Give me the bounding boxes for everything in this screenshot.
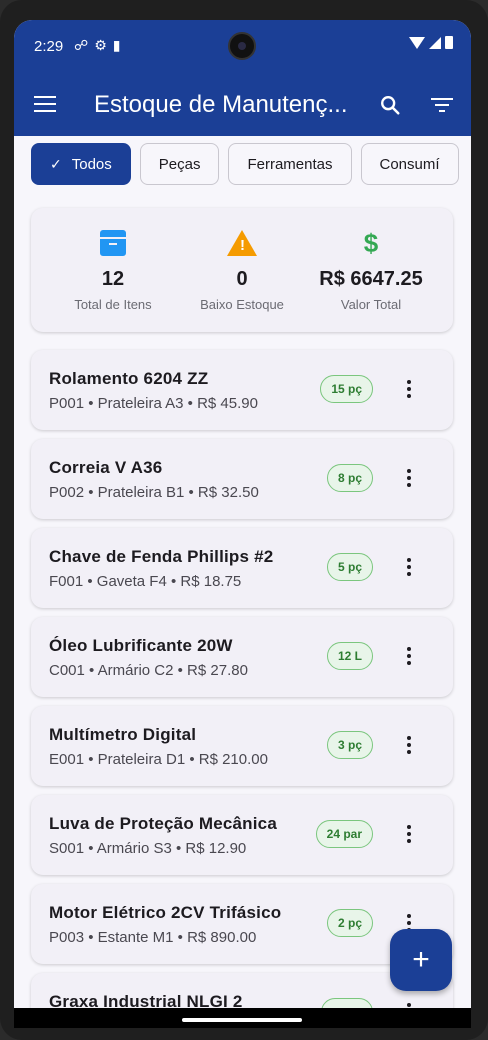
list-item[interactable]: Rolamento 6204 ZZ P001 • Prateleira A3 •… [31, 350, 453, 430]
item-details: P002 • Prateleira B1 • R$ 32.50 [49, 484, 259, 501]
item-name: Chave de Fenda Phillips #2 [49, 547, 274, 566]
archive-icon [100, 230, 126, 256]
more-options-icon[interactable] [407, 825, 411, 846]
search-icon[interactable] [379, 94, 401, 116]
chip-label: Consumí [379, 155, 440, 173]
item-details: F001 • Gaveta F4 • R$ 18.75 [49, 573, 242, 590]
quantity-badge: 8 pç [326, 464, 373, 492]
summary-card: 12 Total de Itens ! 0 Baixo Estoque $ R$… [31, 208, 453, 332]
system-icons [409, 36, 453, 49]
status-bar: 2:29 ☍ ⚙ ▮ [14, 20, 471, 74]
list-item[interactable]: Óleo Lubrificante 20W C001 • Armário C2 … [31, 617, 453, 697]
sd-card-icon: ▮ [112, 37, 121, 53]
item-details: P003 • Estante M1 • R$ 890.00 [49, 929, 257, 946]
item-name: Rolamento 6204 ZZ [49, 369, 209, 388]
more-options-icon[interactable] [407, 736, 411, 757]
chip-label: Ferramentas [247, 155, 333, 173]
device-frame: 2:29 ☍ ⚙ ▮ Estoque de Manutenç... ✓ Todo… [0, 0, 488, 1040]
stat-value: 0 [236, 268, 248, 290]
missed-call-icon: ☍ [74, 37, 89, 53]
dollar-icon: $ [363, 227, 379, 258]
item-name: Multímetro Digital [49, 725, 197, 744]
notification-icons: ☍ ⚙ ▮ [74, 37, 120, 54]
stat-label: Total de Itens [74, 297, 152, 312]
quantity-badge: 24 par [315, 820, 373, 848]
filter-icon[interactable] [431, 98, 453, 112]
home-gesture-handle[interactable] [182, 1018, 302, 1022]
stat-label: Baixo Estoque [200, 297, 284, 312]
quantity-badge: 2 pç [326, 909, 373, 937]
stat-low-stock: ! 0 Baixo Estoque [172, 208, 312, 312]
more-options-icon[interactable] [407, 647, 411, 668]
check-icon: ✓ [50, 155, 62, 172]
quantity-badge: 15 pç [320, 375, 373, 403]
item-name: Correia V A36 [49, 458, 163, 477]
list-item[interactable]: Correia V A36 P002 • Prateleira B1 • R$ … [31, 439, 453, 519]
item-name: Luva de Proteção Mecânica [49, 814, 277, 833]
navigation-bar [14, 1008, 471, 1028]
stat-total-value: $ R$ 6647.25 Valor Total [301, 208, 441, 313]
item-details: E001 • Prateleira D1 • R$ 210.00 [49, 751, 268, 768]
chip-ferramentas[interactable]: Ferramentas [228, 143, 352, 185]
category-filter-chips: ✓ Todos Peças Ferramentas Consumí [31, 143, 459, 185]
item-name: Óleo Lubrificante 20W [49, 636, 233, 655]
chip-label: Todos [71, 155, 112, 173]
list-item[interactable]: Luva de Proteção Mecânica S001 • Armário… [31, 795, 453, 875]
quantity-badge: 5 pç [326, 553, 373, 581]
chip-todos[interactable]: ✓ Todos [31, 143, 131, 185]
quantity-badge: 12 L [326, 642, 373, 670]
status-time: 2:29 [34, 38, 64, 55]
battery-icon [445, 36, 453, 49]
page-title: Estoque de Manutenç... [94, 91, 348, 118]
menu-icon[interactable] [34, 96, 56, 112]
warning-icon: ! [227, 230, 257, 256]
front-camera [228, 32, 256, 60]
stat-total-items: 12 Total de Itens [43, 208, 183, 312]
list-item[interactable]: Chave de Fenda Phillips #2 F001 • Gaveta… [31, 528, 453, 608]
stat-value: 12 [101, 268, 125, 290]
more-options-icon[interactable] [407, 469, 411, 490]
inventory-list: Rolamento 6204 ZZ P001 • Prateleira A3 •… [31, 350, 453, 1028]
item-details: S001 • Armário S3 • R$ 12.90 [49, 840, 247, 857]
quantity-badge: 3 pç [326, 731, 373, 759]
item-name: Motor Elétrico 2CV Trifásico [49, 903, 282, 922]
more-options-icon[interactable] [407, 380, 411, 401]
stat-value: R$ 6647.25 [319, 268, 423, 290]
more-options-icon[interactable] [407, 558, 411, 579]
stat-label: Valor Total [340, 297, 402, 312]
add-item-button[interactable]: + [390, 929, 452, 991]
chip-pecas[interactable]: Peças [139, 143, 220, 185]
item-details: P001 • Prateleira A3 • R$ 45.90 [49, 395, 258, 412]
wifi-icon [409, 36, 425, 49]
screen: 2:29 ☍ ⚙ ▮ Estoque de Manutenç... ✓ Todo… [14, 20, 471, 1028]
signal-icon [429, 36, 441, 49]
item-details: C001 • Armário C2 • R$ 27.80 [49, 662, 248, 679]
app-bar: Estoque de Manutenç... [14, 74, 471, 136]
settings-icon: ⚙ [94, 37, 107, 53]
chip-consumiveis[interactable]: Consumí [360, 143, 459, 185]
chip-label: Peças [158, 155, 201, 173]
list-item[interactable]: Multímetro Digital E001 • Prateleira D1 … [31, 706, 453, 786]
